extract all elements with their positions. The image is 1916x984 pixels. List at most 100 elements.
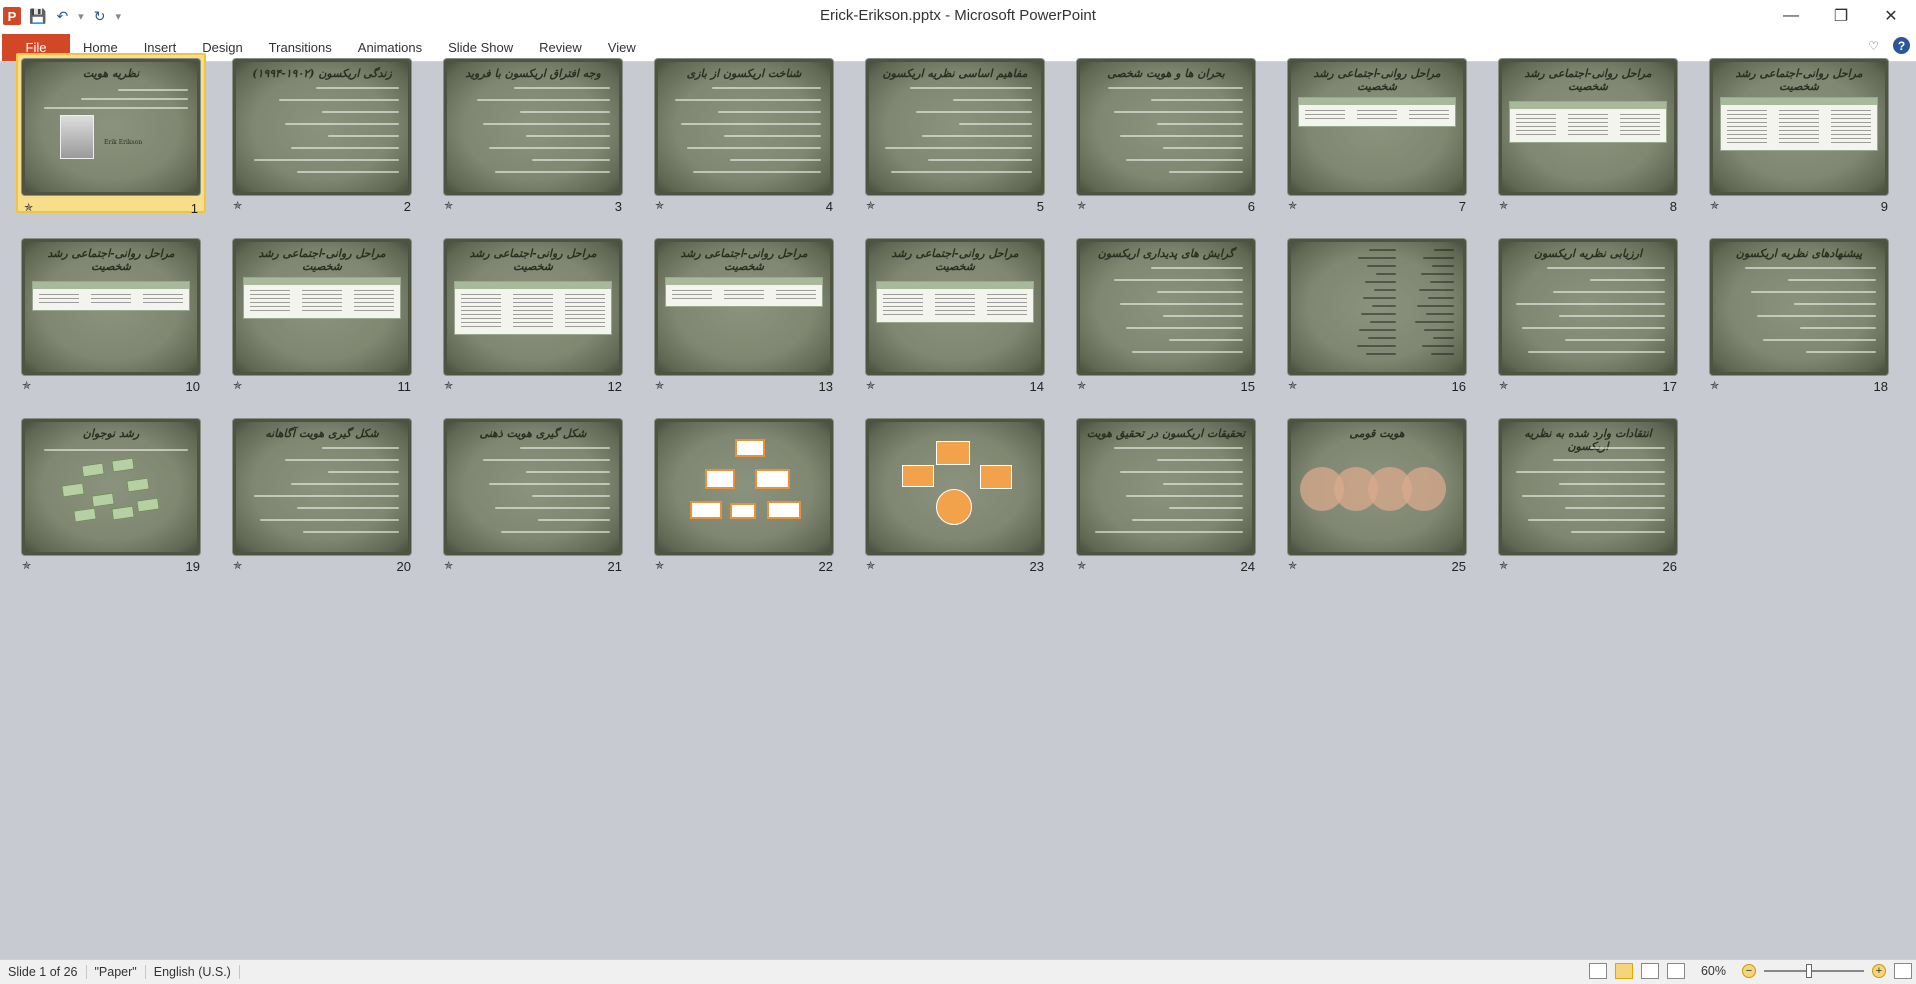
slide-preview[interactable]: مراحل روانی-اجتماعی رشد شخصیت	[22, 239, 200, 375]
transition-star-icon[interactable]: ✯	[444, 199, 453, 212]
slide-preview[interactable]: ارزیابی نظریه اریکسون	[1499, 239, 1677, 375]
transition-star-icon[interactable]: ✯	[866, 379, 875, 392]
slide-thumbnail[interactable]: گرایش های پدیداری اریکسون ✯ 15	[1071, 233, 1261, 394]
transition-star-icon[interactable]: ✯	[1288, 199, 1297, 212]
save-icon[interactable]: 💾	[29, 8, 46, 25]
slide-thumbnail[interactable]: مفاهیم اساسی نظریه اریکسون ✯ 5	[860, 53, 1050, 214]
slide-preview[interactable]	[1288, 239, 1466, 375]
slide-preview[interactable]: زندگی اریکسون (۱۹۰۲-۱۹۹۴)	[233, 59, 411, 195]
slide-thumbnail[interactable]: بحران ها و هویت شخصی ✯ 6	[1071, 53, 1261, 214]
slide-preview[interactable]: انتقادات وارد شده به نظریه اریکسون	[1499, 419, 1677, 555]
slide-preview[interactable]: مراحل روانی-اجتماعی رشد شخصیت	[1499, 59, 1677, 195]
slide-show-button[interactable]	[1666, 963, 1685, 979]
redo-icon[interactable]: ↻	[94, 8, 106, 25]
zoom-in-button[interactable]: +	[1872, 964, 1886, 978]
slide-thumbnail[interactable]: تحقیقات اریکسون در تحقیق هویت ✯ 24	[1071, 413, 1261, 574]
transition-star-icon[interactable]: ✯	[444, 559, 453, 572]
slide-thumbnail[interactable]: شکل گیری هویت آگاهانه ✯ 20	[227, 413, 417, 574]
close-button[interactable]: ✕	[1866, 0, 1916, 32]
transition-star-icon[interactable]: ✯	[866, 199, 875, 212]
slide-preview[interactable]: شناخت اریکسون از بازی	[655, 59, 833, 195]
transition-star-icon[interactable]: ✯	[233, 379, 242, 392]
slide-preview[interactable]: مراحل روانی-اجتماعی رشد شخصیت	[1710, 59, 1888, 195]
language-status[interactable]: English (U.S.)	[146, 965, 240, 979]
minimize-ribbon-icon[interactable]: ♡	[1868, 39, 1879, 53]
reading-view-button[interactable]	[1640, 963, 1659, 979]
slide-thumbnail[interactable]: ✯ 16	[1282, 233, 1472, 394]
slide-preview[interactable]: تحقیقات اریکسون در تحقیق هویت	[1077, 419, 1255, 555]
slide-preview[interactable]: مفاهیم اساسی نظریه اریکسون	[866, 59, 1044, 195]
transition-star-icon[interactable]: ✯	[1499, 199, 1508, 212]
transition-star-icon[interactable]: ✯	[1288, 559, 1297, 572]
slide-preview[interactable]: نظریه هویت Erik Erikson	[22, 59, 200, 195]
slide-thumbnail[interactable]: وجه افتراق اریکسون با فروید ✯ 3	[438, 53, 628, 214]
slide-preview[interactable]: گرایش های پدیداری اریکسون	[1077, 239, 1255, 375]
slide-thumbnail[interactable]: ارزیابی نظریه اریکسون ✯ 17	[1493, 233, 1683, 394]
slide-preview[interactable]: بحران ها و هویت شخصی	[1077, 59, 1255, 195]
theme-name-status[interactable]: "Paper"	[87, 965, 146, 979]
transition-star-icon[interactable]: ✯	[233, 559, 242, 572]
transition-star-icon[interactable]: ✯	[1710, 199, 1719, 212]
slide-preview[interactable]: شکل گیری هویت آگاهانه	[233, 419, 411, 555]
slide-thumbnail[interactable]: مراحل روانی-اجتماعی رشد شخصیت ✯ 10	[16, 233, 206, 394]
undo-icon[interactable]: ↶	[56, 8, 68, 25]
slide-thumbnail[interactable]: انتقادات وارد شده به نظریه اریکسون ✯ 26	[1493, 413, 1683, 574]
slide-thumbnail[interactable]: پیشنهادهای نظریه اریکسون ✯ 18	[1704, 233, 1894, 394]
slide-thumbnail[interactable]: شناخت اریکسون از بازی ✯ 4	[649, 53, 839, 214]
zoom-slider-thumb[interactable]	[1806, 964, 1812, 978]
transition-star-icon[interactable]: ✯	[1288, 379, 1297, 392]
slide-thumbnail[interactable]: مراحل روانی-اجتماعی رشد شخصیت ✯ 14	[860, 233, 1050, 394]
zoom-slider[interactable]	[1764, 964, 1864, 978]
restore-button[interactable]: ❐	[1816, 0, 1866, 32]
transition-star-icon[interactable]: ✯	[655, 199, 664, 212]
slide-thumbnail[interactable]: شکل گیری هویت ذهنی ✯ 21	[438, 413, 628, 574]
powerpoint-app-icon[interactable]: P	[3, 7, 21, 25]
transition-star-icon[interactable]: ✯	[866, 559, 875, 572]
slide-preview[interactable]: مراحل روانی-اجتماعی رشد شخصیت	[233, 239, 411, 375]
slide-thumbnail[interactable]: مراحل روانی-اجتماعی رشد شخصیت ✯ 9	[1704, 53, 1894, 214]
slide-preview[interactable]: پیشنهادهای نظریه اریکسون	[1710, 239, 1888, 375]
slide-thumbnail[interactable]: زندگی اریکسون (۱۹۰۲-۱۹۹۴) ✯ 2	[227, 53, 417, 214]
transition-star-icon[interactable]: ✯	[1077, 379, 1086, 392]
slide-preview[interactable]: مراحل روانی-اجتماعی رشد شخصیت	[866, 239, 1044, 375]
minimize-button[interactable]: —	[1766, 0, 1816, 32]
slide-thumbnail[interactable]: ✯ 23	[860, 413, 1050, 574]
slide-preview[interactable]: مراحل روانی-اجتماعی رشد شخصیت	[444, 239, 622, 375]
slide-preview[interactable]	[655, 419, 833, 555]
slide-preview[interactable]: مراحل روانی-اجتماعی رشد شخصیت	[655, 239, 833, 375]
customize-qat-icon[interactable]: ▾	[115, 10, 121, 23]
slide-thumbnail[interactable]: نظریه هویت Erik Erikson ✯ 1	[16, 53, 206, 216]
slide-preview[interactable]: رشد نوجوان	[22, 419, 200, 555]
slide-thumbnail[interactable]: هویت قومی ✯ 25	[1282, 413, 1472, 574]
transition-star-icon[interactable]: ✯	[444, 379, 453, 392]
zoom-level[interactable]: 60%	[1701, 964, 1726, 978]
transition-star-icon[interactable]: ✯	[24, 201, 33, 214]
transition-star-icon[interactable]: ✯	[22, 559, 31, 572]
slide-sorter-view-button[interactable]	[1614, 963, 1633, 979]
transition-star-icon[interactable]: ✯	[655, 559, 664, 572]
normal-view-button[interactable]	[1588, 963, 1607, 979]
transition-star-icon[interactable]: ✯	[1077, 559, 1086, 572]
transition-star-icon[interactable]: ✯	[1077, 199, 1086, 212]
transition-star-icon[interactable]: ✯	[1499, 559, 1508, 572]
slide-preview[interactable]: هویت قومی	[1288, 419, 1466, 555]
slide-thumbnail[interactable]: ✯ 22	[649, 413, 839, 574]
fit-to-window-button[interactable]	[1894, 963, 1912, 979]
transition-star-icon[interactable]: ✯	[1710, 379, 1719, 392]
transition-star-icon[interactable]: ✯	[233, 199, 242, 212]
slide-preview[interactable]: شکل گیری هویت ذهنی	[444, 419, 622, 555]
slide-thumbnail[interactable]: مراحل روانی-اجتماعی رشد شخصیت ✯ 7	[1282, 53, 1472, 214]
transition-star-icon[interactable]: ✯	[22, 379, 31, 392]
undo-dropdown-icon[interactable]: ▾	[78, 10, 84, 23]
slide-thumbnail[interactable]: مراحل روانی-اجتماعی رشد شخصیت ✯ 13	[649, 233, 839, 394]
slide-preview[interactable]	[866, 419, 1044, 555]
help-icon[interactable]: ?	[1893, 37, 1910, 54]
transition-star-icon[interactable]: ✯	[655, 379, 664, 392]
zoom-out-button[interactable]: −	[1742, 964, 1756, 978]
transition-star-icon[interactable]: ✯	[1499, 379, 1508, 392]
slide-thumbnail[interactable]: مراحل روانی-اجتماعی رشد شخصیت ✯ 11	[227, 233, 417, 394]
slide-thumbnail[interactable]: مراحل روانی-اجتماعی رشد شخصیت ✯ 8	[1493, 53, 1683, 214]
slide-preview[interactable]: مراحل روانی-اجتماعی رشد شخصیت	[1288, 59, 1466, 195]
slide-thumbnail[interactable]: مراحل روانی-اجتماعی رشد شخصیت ✯ 12	[438, 233, 628, 394]
slide-preview[interactable]: وجه افتراق اریکسون با فروید	[444, 59, 622, 195]
